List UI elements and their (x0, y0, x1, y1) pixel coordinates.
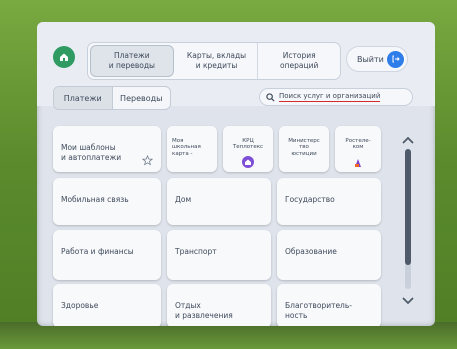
tile-leisure[interactable]: Отдых и развлечения (167, 284, 271, 326)
tile-templates[interactable]: Мои шаблоны и автоплатежи (53, 126, 161, 172)
tile-state[interactable]: Государство (277, 178, 381, 225)
tile-work-finance[interactable]: Работа и финансы (53, 230, 161, 280)
tile-health-label: Здоровье (61, 301, 99, 310)
tile-education[interactable]: Образование (277, 230, 381, 280)
house-icon (242, 156, 254, 168)
scroll-down-button[interactable] (400, 294, 416, 308)
tile-templates-label: Мои шаблоны и автоплатежи (61, 143, 122, 162)
scrollbar[interactable] (405, 149, 411, 289)
tile-home[interactable]: Дом (167, 178, 271, 225)
terminal-bezel-bottom (0, 322, 457, 349)
home-icon (60, 53, 68, 61)
tile-leisure-label: Отдых и развлечения (175, 301, 233, 320)
home-button[interactable] (53, 46, 75, 68)
tile-mobile[interactable]: Мобильная связь (53, 178, 161, 225)
tile-transport[interactable]: Транспорт (167, 230, 271, 280)
logout-icon (387, 50, 404, 68)
tile-krc-label: КРЦ Теплотекс (232, 137, 264, 151)
terminal-screen: Платежи и переводы Карты, вклады и креди… (37, 22, 435, 326)
chevron-up-icon (402, 136, 414, 144)
tile-health[interactable]: Здоровье (53, 284, 161, 326)
exit-label: Выйти (357, 54, 384, 64)
tile-krc-teplotex[interactable]: КРЦ Теплотекс (223, 126, 273, 172)
tile-school-card-label: Моя школьная карта - (172, 137, 201, 157)
subtab-transfers[interactable]: Переводы (113, 87, 171, 109)
tab-operations-history[interactable]: История операций (258, 43, 340, 79)
tile-education-label: Образование (285, 247, 337, 256)
tile-school-card[interactable]: Моя школьная карта - (167, 126, 217, 172)
tile-charity-label: Благотворитель- ность (285, 301, 352, 320)
search-input[interactable]: Поиск услуг и организаций (259, 88, 413, 106)
tab-payments-transfers[interactable]: Платежи и переводы (90, 45, 174, 77)
tile-ministry-justice[interactable]: Министерс тво юстиции (279, 126, 329, 172)
search-icon (266, 92, 275, 102)
payments-subtabs: Платежи Переводы (53, 86, 171, 110)
search-placeholder: Поиск услуг и организаций (279, 92, 381, 102)
rostelecom-logo-icon (355, 159, 361, 167)
tile-charity[interactable]: Благотворитель- ность (277, 284, 381, 326)
chevron-down-icon (402, 297, 414, 305)
tile-work-finance-label: Работа и финансы (61, 247, 134, 256)
scrollbar-thumb[interactable] (405, 149, 411, 265)
main-nav-tabs: Платежи и переводы Карты, вклады и креди… (87, 42, 341, 80)
scroll-up-button[interactable] (400, 133, 416, 147)
tile-ministry-label: Министерс тво юстиции (288, 137, 320, 157)
tile-rostelecom[interactable]: Ростеле- ком (335, 126, 381, 172)
tile-mobile-label: Мобильная связь (61, 195, 129, 204)
subtab-payments[interactable]: Платежи (54, 87, 113, 109)
tile-rostelecom-label: Ростеле- ком (345, 137, 371, 151)
tile-transport-label: Транспорт (175, 247, 217, 256)
tile-home-label: Дом (175, 195, 192, 204)
star-icon (142, 155, 153, 166)
exit-button[interactable]: Выйти (346, 46, 408, 72)
tile-state-label: Государство (285, 195, 335, 204)
tab-cards-deposits-loans[interactable]: Карты, вклады и кредиты (176, 43, 259, 79)
